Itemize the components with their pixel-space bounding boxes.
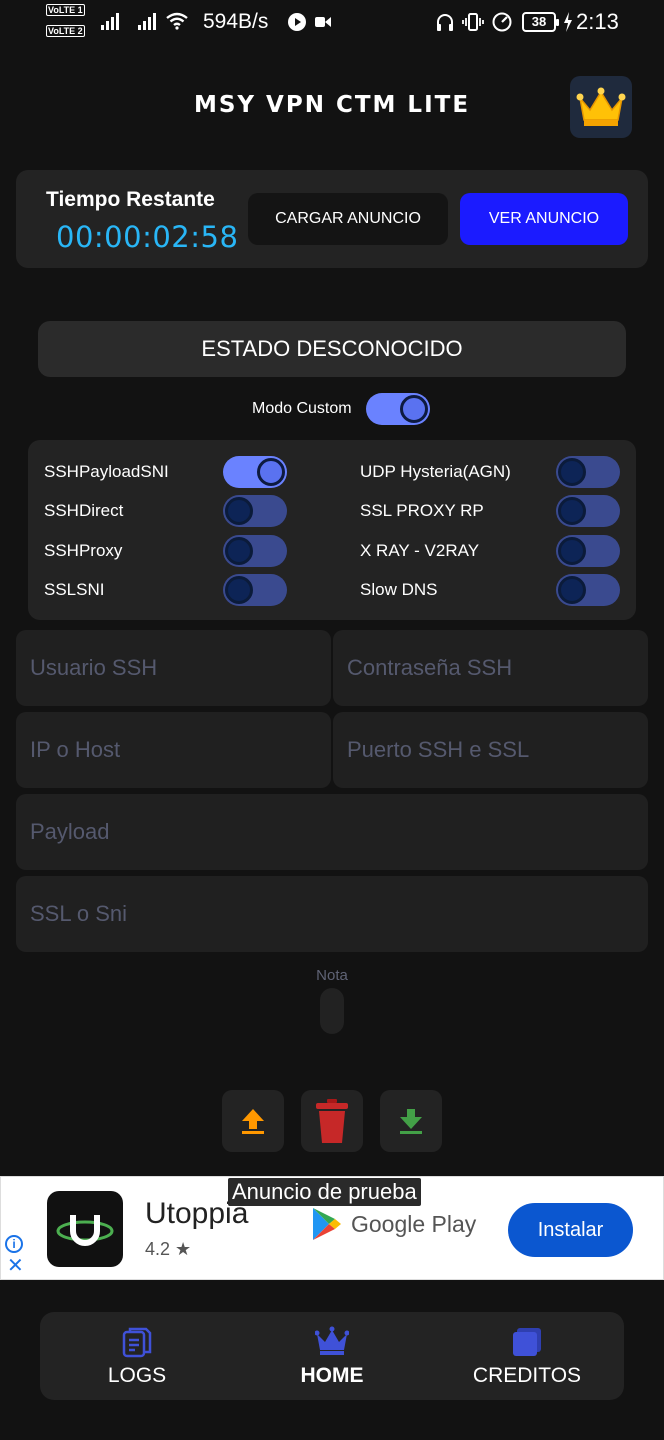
volte-1-icon: VoLTE 1 [46, 4, 85, 16]
cards-icon [513, 1328, 541, 1356]
toggle-knob [225, 537, 253, 565]
charging-icon [564, 12, 572, 32]
nav-credits-icon-wrap [430, 1326, 624, 1358]
nav-credits-label: CREDITOS [472, 1364, 582, 1387]
nav-credits[interactable]: CREDITOS [430, 1312, 624, 1400]
utoppia-logo-icon [56, 1215, 114, 1246]
load-ad-button[interactable]: CARGAR ANUNCIO [248, 193, 448, 245]
play-icon [288, 13, 306, 31]
watch-ad-button[interactable]: VER ANUNCIO [460, 193, 628, 245]
upload-icon [242, 1109, 264, 1134]
sim1-label: VoLTE 1 [46, 4, 85, 16]
toggle-knob [558, 537, 586, 565]
vibrate-icon [462, 13, 484, 31]
payload-input[interactable] [16, 794, 648, 870]
mode-label-sshdirect: SSHDirect [44, 501, 124, 520]
sni-input[interactable] [16, 876, 648, 952]
ssh-user-input[interactable] [16, 630, 331, 706]
install-button[interactable]: Instalar [508, 1203, 633, 1257]
port-field [333, 712, 648, 788]
toggle-ssl-proxy-rp[interactable] [556, 495, 620, 527]
download-icon [400, 1109, 422, 1134]
toggle-knob [400, 395, 428, 423]
sim2-label: VoLTE 2 [46, 25, 85, 37]
ad-info-icon[interactable]: i [5, 1235, 23, 1253]
bottom-nav: LOGS HOME CREDITOS [40, 1312, 624, 1400]
status-bar: VoLTE 1 VoLTE 2 594B/s 38 2:13 [0, 0, 664, 48]
nav-home-label: HOME [300, 1364, 364, 1387]
delete-button[interactable] [301, 1090, 363, 1152]
note-label: Nota [316, 967, 348, 984]
crown-nav-icon [315, 1326, 349, 1355]
host-input[interactable] [16, 712, 331, 788]
nav-home[interactable]: HOME [235, 1312, 429, 1400]
nav-home-icon-wrap [235, 1326, 429, 1358]
test-ad-label: Anuncio de prueba [228, 1178, 421, 1206]
toggle-udp-hysteria[interactable] [556, 456, 620, 488]
ad-close-icon[interactable]: ✕ [7, 1255, 24, 1277]
custom-mode-row: Modo Custom [252, 393, 352, 425]
mode-label-slow-dns: Slow DNS [360, 580, 438, 599]
custom-mode-label: Modo Custom [252, 400, 352, 417]
toggle-slow-dns[interactable] [556, 574, 620, 606]
mode-label-sshpayloadsni: SSHPayloadSNI [44, 462, 169, 481]
ad-rating: 4.2 ★ [145, 1239, 192, 1259]
toggle-sshproxy[interactable] [223, 535, 287, 567]
toggle-knob [225, 576, 253, 604]
google-play-icon [313, 1208, 341, 1240]
toggle-knob [225, 497, 253, 525]
toggle-sshdirect[interactable] [223, 495, 287, 527]
toggle-xray-v2ray[interactable] [556, 535, 620, 567]
wifi-icon [166, 12, 188, 30]
trash-icon [316, 1099, 348, 1143]
volte-2-icon: VoLTE 2 [46, 25, 85, 37]
toggle-knob [558, 458, 586, 486]
battery-icon: 38 [522, 12, 559, 32]
payload-field [16, 794, 648, 870]
ssh-password-field [333, 630, 648, 706]
crown-icon [576, 87, 626, 126]
clock: 2:13 [576, 9, 619, 34]
toggle-knob [257, 458, 285, 486]
toggle-sshpayloadsni[interactable] [223, 456, 287, 488]
toggle-knob [558, 497, 586, 525]
upload-button[interactable] [222, 1090, 284, 1152]
ssh-password-input[interactable] [333, 630, 648, 706]
ad-app-icon [47, 1191, 123, 1267]
timer-value: 00:00:02:58 [56, 220, 239, 254]
document-icon [122, 1327, 152, 1358]
port-input[interactable] [333, 712, 648, 788]
connection-status[interactable]: ESTADO DESCONOCIDO [38, 321, 626, 377]
network-speed: 594B/s [203, 10, 269, 33]
video-icon [315, 17, 331, 27]
google-play-badge: Google Play [311, 1207, 476, 1241]
store-name: Google Play [351, 1210, 477, 1237]
signal-2-icon [138, 13, 156, 30]
mode-label-sslsni: SSLSNI [44, 580, 105, 599]
nav-logs[interactable]: LOGS [40, 1312, 234, 1400]
toggle-sslsni[interactable] [223, 574, 287, 606]
mode-label-udp-hysteria: UDP Hysteria(AGN) [360, 462, 511, 481]
note-input[interactable] [320, 988, 344, 1034]
mode-label-xray-v2ray: X RAY - V2RAY [360, 541, 480, 560]
premium-button[interactable] [570, 76, 632, 138]
nav-logs-label: LOGS [107, 1364, 167, 1387]
sni-field [16, 876, 648, 952]
mode-label-sshproxy: SSHProxy [44, 541, 123, 560]
download-button[interactable] [380, 1090, 442, 1152]
custom-mode-toggle[interactable] [366, 393, 430, 425]
speedometer-icon [492, 12, 512, 32]
mode-label-ssl-proxy-rp: SSL PROXY RP [360, 501, 484, 520]
nav-logs-icon-wrap [40, 1326, 234, 1358]
signal-1-icon [101, 13, 119, 30]
timer-card: Tiempo Restante 00:00:02:58 CARGAR ANUNC… [16, 170, 648, 268]
timer-label: Tiempo Restante [46, 188, 215, 211]
ssh-user-field [16, 630, 331, 706]
host-field [16, 712, 331, 788]
app-title: MSY VPN CTM LITE [193, 92, 471, 118]
headphones-icon [437, 14, 453, 31]
toggle-knob [558, 576, 586, 604]
